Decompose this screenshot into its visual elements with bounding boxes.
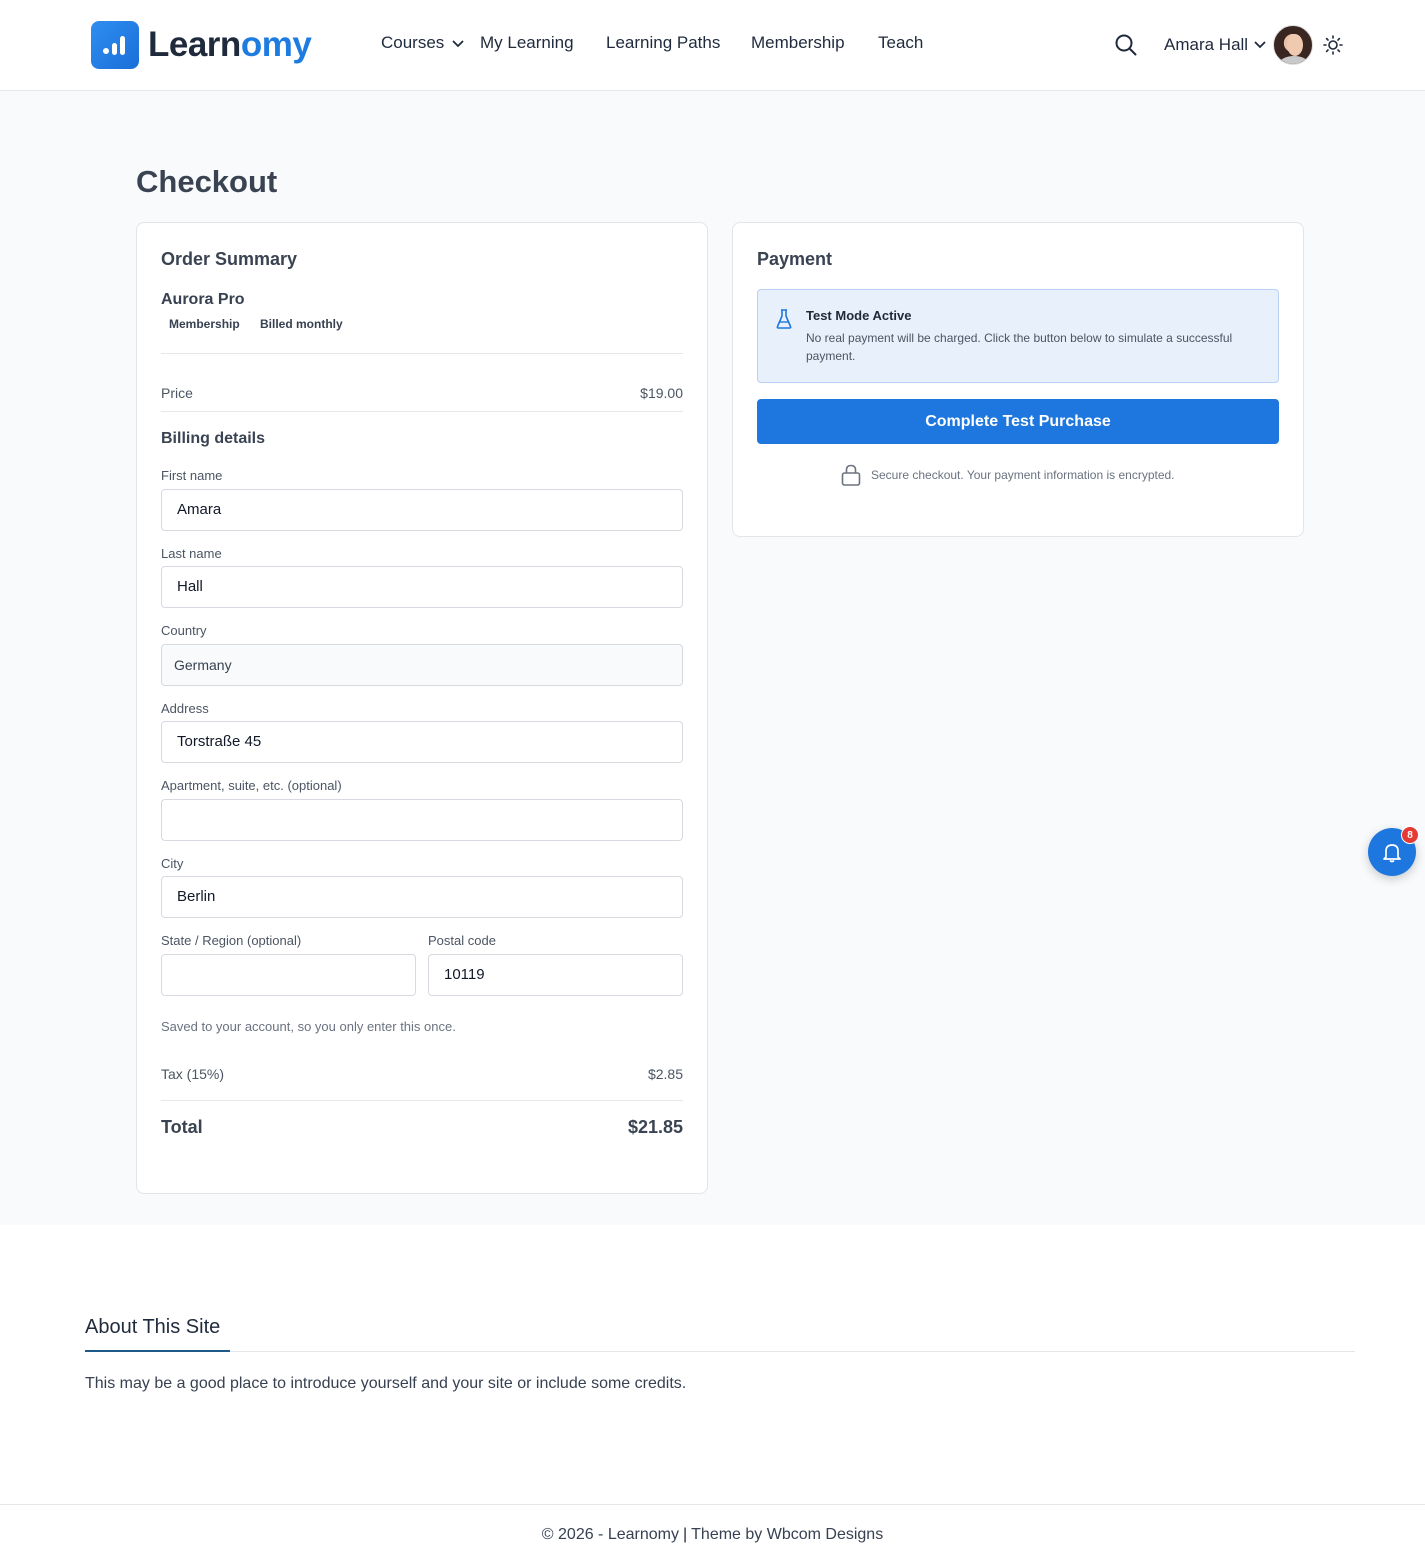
divider	[85, 1351, 1355, 1352]
nav-item-membership[interactable]: Membership	[751, 33, 845, 53]
page-title: Checkout	[136, 164, 278, 199]
country-label: Country	[161, 623, 207, 638]
payment-heading: Payment	[757, 249, 833, 269]
total-label: Total	[161, 1117, 203, 1137]
last-name-field[interactable]: Hall	[161, 566, 683, 608]
city-label: City	[161, 856, 184, 871]
nav-item-learning-paths[interactable]: Learning Paths	[606, 33, 720, 53]
logo-text-part1: Learn	[148, 25, 241, 64]
site-logo[interactable]: Learnomy	[91, 21, 312, 69]
nav-item-courses[interactable]: Courses	[381, 33, 465, 53]
complete-purchase-button[interactable]: Complete Test Purchase	[757, 399, 1279, 444]
order-summary-card: Order Summary Aurora Pro Membership Bill…	[136, 222, 708, 1194]
apartment-field[interactable]	[161, 799, 683, 841]
product-tag: Billed monthly	[260, 317, 343, 331]
avatar[interactable]	[1273, 25, 1314, 65]
site-header: Learnomy Courses My Learning Learning Pa…	[0, 0, 1425, 91]
notifications-button[interactable]: 8	[1368, 826, 1419, 876]
first-name-label: First name	[161, 468, 223, 483]
site-footer: © 2026 - Learnomy | Theme by Wbcom Designs	[0, 1526, 1425, 1544]
lock-icon	[841, 464, 861, 491]
about-text: This may be a good place to introduce yo…	[85, 1375, 687, 1392]
first-name-field[interactable]: Amara	[161, 489, 683, 531]
logo-chart-icon	[91, 21, 139, 69]
address-label: Address	[161, 701, 209, 716]
search-icon[interactable]	[1114, 33, 1138, 62]
product-name: Aurora Pro	[161, 291, 245, 308]
divider	[161, 353, 683, 354]
nav-item-my-learning[interactable]: My Learning	[480, 33, 574, 53]
footer-separator: |	[682, 1526, 688, 1543]
notification-count-badge: 8	[1401, 826, 1419, 844]
last-name-label: Last name	[161, 546, 222, 561]
city-field[interactable]: Berlin	[161, 876, 683, 918]
user-menu[interactable]: Amara Hall	[1164, 24, 1314, 66]
nav-item-label: Learning Paths	[606, 33, 721, 52]
divider	[161, 1100, 683, 1101]
price-label: Price	[161, 385, 193, 401]
chevron-down-icon	[452, 39, 464, 47]
footer-theme-credit[interactable]: Theme by Wbcom Designs	[691, 1526, 883, 1543]
order-summary-heading: Order Summary	[161, 249, 298, 269]
logo-wordmark: Learnomy	[148, 21, 312, 69]
total-value: $21.85	[627, 1117, 683, 1137]
apartment-label: Apartment, suite, etc. (optional)	[161, 778, 342, 793]
tax-value: $2.85	[647, 1066, 683, 1082]
state-label: State / Region (optional)	[161, 933, 302, 948]
tax-label: Tax (15%)	[161, 1066, 225, 1082]
notice-body: No real payment will be charged. Click t…	[806, 331, 1233, 363]
nav-item-label: Membership	[751, 33, 845, 52]
user-name: Amara Hall	[1164, 35, 1249, 54]
bell-icon	[1383, 844, 1401, 863]
nav-item-label: Courses	[381, 33, 445, 52]
sun-icon[interactable]	[1323, 35, 1343, 60]
about-title-underline	[85, 1350, 230, 1352]
postal-code-label: Postal code	[428, 933, 496, 948]
nav-item-label: My Learning	[480, 33, 574, 52]
payment-card: Payment Test Mode Active No real payment…	[732, 222, 1304, 537]
address-field[interactable]: Torstraße 45	[161, 721, 683, 763]
footer-copyright: © 2026 - Learnomy	[541, 1526, 679, 1543]
flask-icon	[776, 309, 792, 334]
avatar-face	[1287, 34, 1304, 56]
country-select[interactable]: Germany	[161, 644, 683, 686]
logo-text-part2: omy	[240, 25, 312, 64]
chevron-down-icon	[1254, 41, 1266, 49]
test-mode-notice: Test Mode Active No real payment will be…	[757, 289, 1279, 383]
main-content: Checkout Order Summary Aurora Pro Member…	[0, 91, 1425, 1225]
notice-title: Test Mode Active	[806, 308, 912, 323]
billing-hint: Saved to your account, so you only enter…	[161, 1019, 456, 1034]
about-title: About This Site	[85, 1316, 221, 1338]
price-value: $19.00	[640, 385, 683, 401]
divider	[161, 411, 683, 412]
avatar-shirt	[1279, 56, 1310, 64]
product-tag: Membership	[169, 317, 240, 331]
state-field[interactable]	[161, 954, 416, 996]
footer-divider	[0, 1504, 1425, 1505]
secure-checkout-text: Secure checkout. Your payment informatio…	[871, 468, 1175, 482]
postal-code-field[interactable]: 10119	[428, 954, 683, 996]
nav-item-teach[interactable]: Teach	[878, 33, 923, 53]
billing-heading: Billing details	[161, 430, 266, 447]
nav-item-label: Teach	[878, 33, 924, 52]
